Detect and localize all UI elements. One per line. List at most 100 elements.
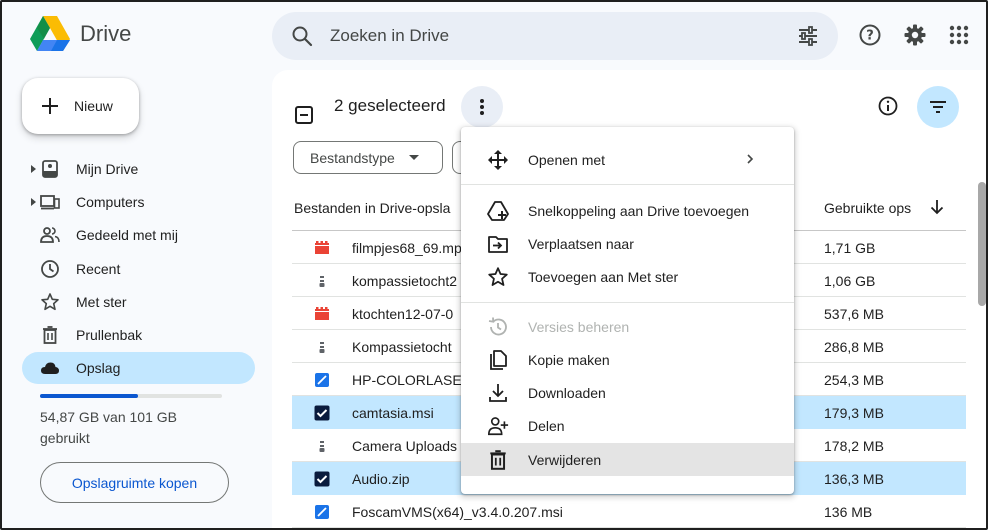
file-size: 1,06 GB — [824, 273, 876, 289]
sidebar-item-label: Opslag — [76, 360, 121, 376]
archive-icon — [314, 273, 330, 289]
file-name: Audio.zip — [352, 471, 410, 487]
menu-item-label: Toevoegen aan Met ster — [528, 269, 679, 285]
sidebar-item-label: Mijn Drive — [76, 161, 139, 177]
search-icon[interactable] — [290, 24, 314, 48]
table-row[interactable]: FoscamVMS(x64)_v3.4.0.207.msi 136 MB — [292, 495, 966, 528]
menu-item-download[interactable]: Downloaden — [461, 376, 794, 409]
sidebar-item-starred[interactable]: Met ster — [22, 286, 255, 318]
menu-item-share[interactable]: Delen — [461, 409, 794, 442]
menu-item-label: Versies beheren — [528, 319, 630, 335]
computers-icon — [40, 195, 60, 210]
drive-logo-icon — [30, 16, 70, 51]
help-icon[interactable]: ? — [857, 22, 883, 48]
sidebar-item-trash[interactable]: Prullenbak — [22, 319, 255, 351]
checkbox-checked-icon[interactable] — [314, 471, 330, 487]
file-size: 136 MB — [824, 504, 873, 520]
menu-item-make-copy[interactable]: Kopie maken — [461, 343, 794, 376]
new-button-label: Nieuw — [74, 98, 113, 114]
file-name: Kompassietocht — [352, 339, 452, 355]
download-icon — [487, 382, 509, 404]
sidebar-item-label: Computers — [76, 194, 145, 210]
menu-divider — [461, 184, 794, 185]
video-icon — [314, 306, 330, 322]
menu-item-move-to[interactable]: Verplaatsen naar — [461, 227, 794, 260]
clock-icon — [41, 260, 59, 278]
search-options-icon[interactable] — [796, 24, 820, 48]
file-name: HP-COLORLASE — [352, 372, 462, 388]
menu-item-label: Delen — [528, 418, 565, 434]
menu-item-label: Snelkoppeling aan Drive toevoegen — [528, 203, 750, 219]
my-drive-icon — [42, 160, 58, 178]
move-folder-icon — [487, 233, 509, 255]
person-add-icon — [487, 415, 509, 437]
file-name: ktochten12-07-0 — [352, 306, 454, 322]
sidebar-item-my-drive[interactable]: Mijn Drive — [22, 153, 255, 185]
menu-item-label: Verwijderen — [528, 452, 602, 468]
sidebar-item-computers[interactable]: Computers — [22, 186, 255, 218]
app-name: Drive — [80, 21, 132, 46]
sidebar-item-shared[interactable]: Gedeeld met mij — [22, 219, 255, 251]
context-menu: Openen met Snelkoppeling aan Drive toevo… — [461, 127, 794, 494]
scrollbar-thumb[interactable] — [978, 182, 986, 306]
chip-label: Bestandstype — [310, 149, 395, 166]
dropdown-arrow-icon — [408, 155, 419, 160]
app-icon — [314, 372, 330, 388]
plus-icon — [42, 98, 58, 114]
file-size: 537,6 MB — [824, 306, 884, 322]
settings-gear-icon[interactable] — [902, 22, 928, 48]
cloud-icon — [41, 362, 59, 374]
file-name: FoscamVMS(x64)_v3.4.0.207.msi — [352, 504, 563, 520]
expand-caret-icon[interactable] — [31, 198, 36, 206]
more-vert-icon — [480, 99, 484, 115]
column-header-name[interactable]: Bestanden in Drive-opsla — [294, 200, 450, 216]
storage-usage-fill — [40, 394, 139, 398]
drive-window: Drive ? — [0, 0, 988, 530]
drive-logo[interactable]: Drive — [30, 16, 131, 52]
menu-item-label: Verplaatsen naar — [528, 236, 634, 252]
menu-item-delete[interactable]: Verwijderen — [461, 443, 794, 476]
buy-storage-button[interactable]: Opslagruimte kopen — [40, 462, 229, 503]
filter-icon — [930, 101, 946, 113]
file-name: Camera Uploads — [352, 438, 458, 454]
copy-icon — [487, 349, 509, 371]
checkbox-checked-icon[interactable] — [314, 405, 330, 421]
file-size: 178,2 MB — [824, 438, 884, 454]
star-icon — [487, 266, 509, 288]
apps-grid-icon[interactable] — [946, 22, 972, 48]
menu-item-open-with[interactable]: Openen met — [461, 143, 794, 176]
chevron-right-icon — [747, 154, 754, 164]
column-header-storage-used[interactable]: Gebruikte ops — [824, 200, 911, 216]
selection-count: 2 geselecteerd — [334, 96, 446, 115]
file-size: 179,3 MB — [824, 405, 884, 421]
svg-text:?: ? — [866, 29, 874, 44]
sidebar-item-recent[interactable]: Recent — [22, 253, 255, 285]
new-button[interactable]: Nieuw — [22, 78, 139, 134]
more-actions-button[interactable] — [461, 86, 503, 128]
menu-item-label: Kopie maken — [528, 352, 610, 368]
filter-button[interactable] — [917, 86, 959, 128]
menu-item-label: Downloaden — [528, 385, 606, 401]
sort-down-arrow-icon[interactable] — [928, 198, 946, 216]
deselect-all-icon[interactable] — [294, 97, 314, 133]
info-icon[interactable] — [876, 94, 900, 118]
search-bar[interactable] — [272, 12, 838, 60]
sidebar-item-label: Prullenbak — [76, 327, 143, 343]
menu-item-add-star[interactable]: Toevoegen aan Met ster — [461, 260, 794, 293]
file-type-filter-chip[interactable]: Bestandstype — [293, 141, 443, 174]
history-icon — [487, 316, 509, 338]
sidebar-item-storage[interactable]: Opslag — [22, 352, 255, 384]
file-name: filmpjes68_69.mp4 — [352, 240, 470, 256]
archive-icon — [314, 339, 330, 355]
app-icon — [314, 504, 330, 520]
file-name: kompassietocht2 — [352, 273, 458, 289]
sidebar-item-label: Recent — [76, 261, 121, 277]
expand-caret-icon[interactable] — [31, 165, 36, 173]
file-size: 136,3 MB — [824, 471, 884, 487]
menu-item-add-shortcut[interactable]: Snelkoppeling aan Drive toevoegen — [461, 194, 794, 227]
video-icon — [314, 240, 330, 256]
sidebar-item-label: Gedeeld met mij — [76, 227, 178, 243]
sidebar-item-label: Met ster — [76, 294, 127, 310]
file-size: 286,8 MB — [824, 339, 884, 355]
search-input[interactable] — [330, 20, 770, 52]
